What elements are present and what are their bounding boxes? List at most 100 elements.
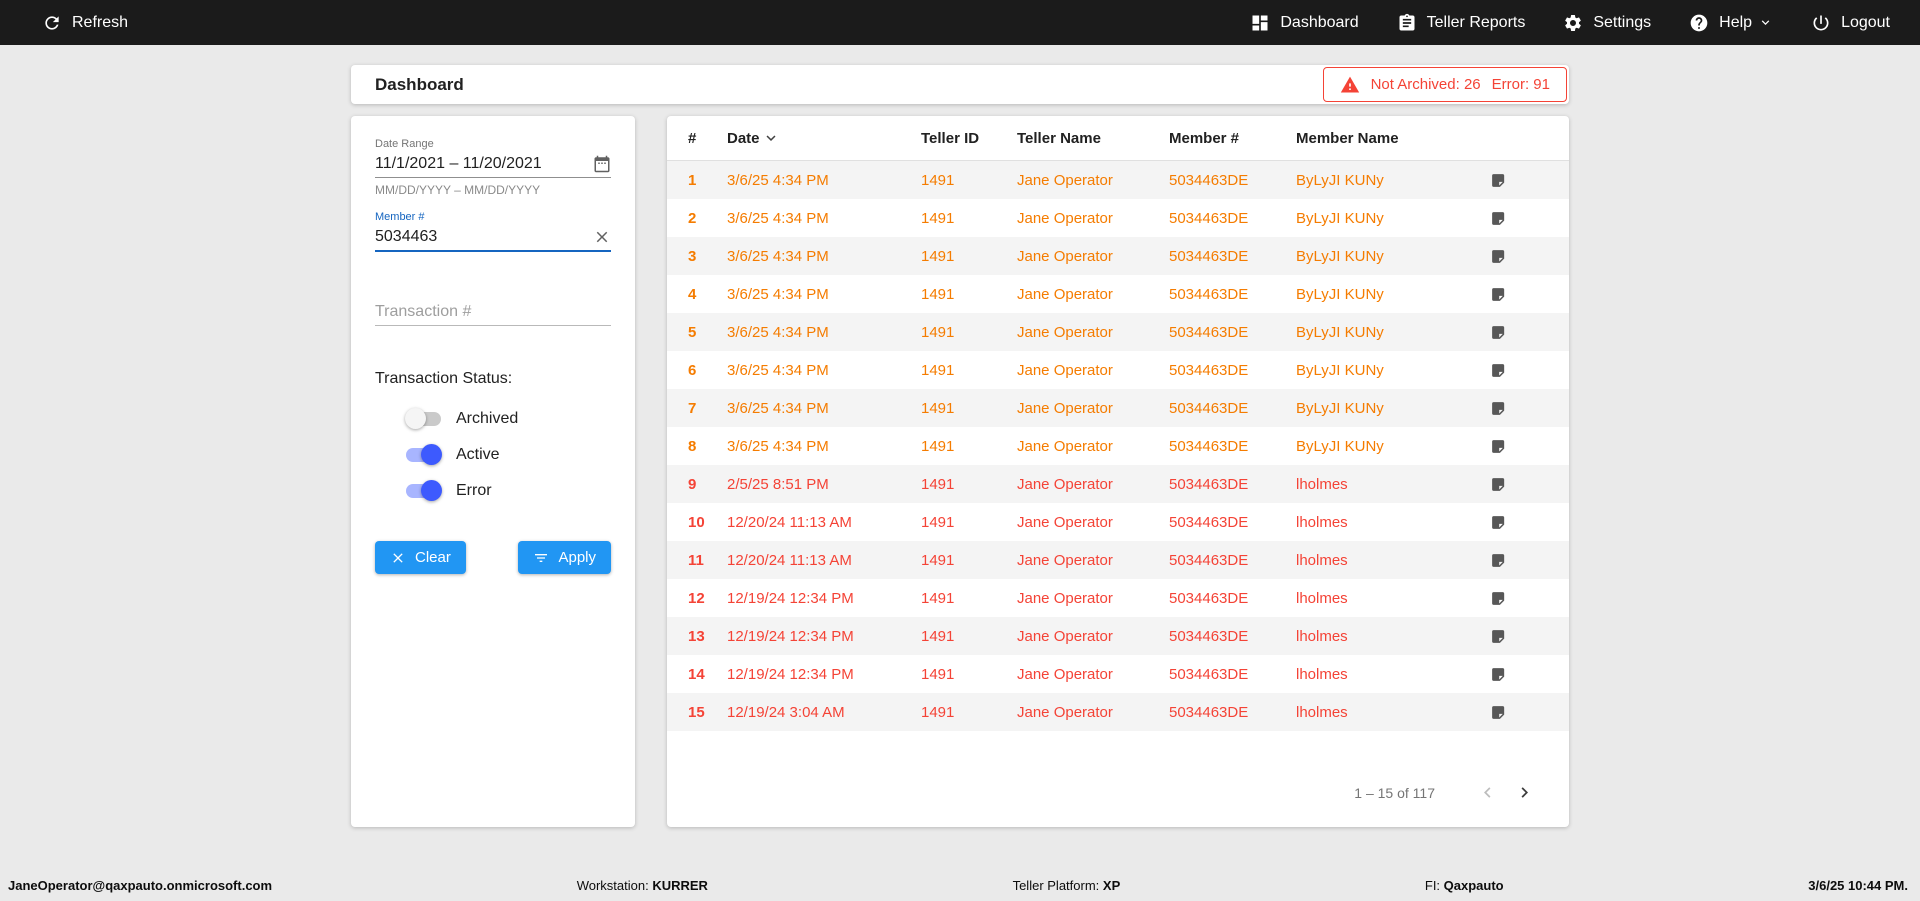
note-button[interactable]: [1490, 210, 1507, 227]
clear-member-button[interactable]: [593, 228, 611, 246]
note-button[interactable]: [1490, 324, 1507, 341]
main-content: Dashboard Not Archived: 26 Error: 91 Dat…: [351, 65, 1569, 827]
table-row[interactable]: 12 12/19/24 12:34 PM 1491 Jane Operator 5034…: [667, 579, 1569, 617]
date-format-hint: MM/DD/YYYY – MM/DD/YYYY: [375, 183, 541, 197]
row-teller-id: 1491: [921, 703, 955, 721]
nav-teller-reports-label: Teller Reports: [1426, 13, 1526, 31]
previous-page-button[interactable]: [1475, 780, 1500, 805]
note-button[interactable]: [1490, 362, 1507, 379]
next-page-button[interactable]: [1512, 780, 1537, 805]
row-member-name: lholmes: [1296, 513, 1348, 531]
note-icon: [1490, 552, 1507, 569]
note-icon: [1490, 438, 1507, 455]
row-teller-id: 1491: [921, 171, 955, 189]
member-number-label: Member #: [375, 211, 425, 223]
table-row[interactable]: 13 12/19/24 12:34 PM 1491 Jane Operator 5034…: [667, 617, 1569, 655]
clear-button[interactable]: Clear: [375, 541, 466, 574]
member-number-input[interactable]: [375, 223, 593, 250]
table-row[interactable]: 10 12/20/24 11:13 AM 1491 Jane Operator 5034…: [667, 503, 1569, 541]
workstation-label: Workstation:: [576, 877, 649, 893]
apply-button[interactable]: Apply: [518, 541, 611, 574]
topbar-nav: Dashboard Teller Reports Settings Help Logou…: [1250, 13, 1890, 33]
note-button[interactable]: [1490, 666, 1507, 683]
row-teller-id: 1491: [921, 323, 955, 341]
table-header: # Date Teller ID Teller Name Member # Me…: [667, 116, 1569, 161]
note-button[interactable]: [1490, 590, 1507, 607]
results-table: # Date Teller ID Teller Name Member # Me…: [667, 116, 1569, 827]
refresh-button[interactable]: Refresh: [42, 13, 128, 33]
note-button[interactable]: [1490, 704, 1507, 721]
row-number: 10: [688, 513, 705, 531]
row-member-number: 5034463DE: [1169, 285, 1249, 303]
row-number: 5: [688, 323, 697, 341]
help-icon: [1689, 13, 1709, 33]
toggle-active[interactable]: [405, 444, 442, 465]
table-row[interactable]: 14 12/19/24 12:34 PM 1491 Jane Operator 5034…: [667, 655, 1569, 693]
column-date-label: Date: [727, 129, 760, 147]
column-date-sort[interactable]: Date: [727, 129, 921, 147]
workstation: Workstation: KURRER: [577, 878, 708, 893]
row-date: 2/5/25 8:51 PM: [727, 475, 829, 493]
nav-dashboard[interactable]: Dashboard: [1250, 13, 1359, 33]
nav-logout[interactable]: Logout: [1811, 13, 1890, 33]
row-member-name: lholmes: [1296, 475, 1348, 493]
row-number: 15: [688, 703, 705, 721]
date-range-input[interactable]: [375, 150, 593, 177]
table-row[interactable]: 1 3/6/25 4:34 PM 1491 Jane Operator 5034463D…: [667, 161, 1569, 199]
note-button[interactable]: [1490, 628, 1507, 645]
row-teller-id: 1491: [921, 513, 955, 531]
row-teller-id: 1491: [921, 285, 955, 303]
note-button[interactable]: [1490, 476, 1507, 493]
row-member-number: 5034463DE: [1169, 323, 1249, 341]
row-teller-name: Jane Operator: [1017, 665, 1113, 683]
note-button[interactable]: [1490, 172, 1507, 189]
content-area: Date Range MM/DD/YYYY – MM/DD/YYYY Membe…: [351, 116, 1569, 827]
table-row[interactable]: 8 3/6/25 4:34 PM 1491 Jane Operator 5034463D…: [667, 427, 1569, 465]
row-teller-name: Jane Operator: [1017, 209, 1113, 227]
pagination-range: 1 – 15 of 117: [1354, 784, 1435, 801]
note-button[interactable]: [1490, 552, 1507, 569]
row-teller-name: Jane Operator: [1017, 703, 1113, 721]
teller-platform-value: XP: [1102, 877, 1121, 893]
table-row[interactable]: 6 3/6/25 4:34 PM 1491 Jane Operator 5034463D…: [667, 351, 1569, 389]
row-teller-name: Jane Operator: [1017, 627, 1113, 645]
teller-platform: Teller Platform: XP: [1013, 878, 1121, 893]
fi-value: Qaxpauto: [1443, 877, 1504, 893]
nav-help[interactable]: Help: [1689, 13, 1773, 33]
row-number: 12: [688, 589, 705, 607]
row-number: 1: [688, 171, 697, 189]
row-teller-id: 1491: [921, 665, 955, 683]
row-teller-id: 1491: [921, 209, 955, 227]
column-member-name: Member Name: [1296, 129, 1399, 147]
row-date: 3/6/25 4:34 PM: [727, 399, 829, 417]
table-row[interactable]: 2 3/6/25 4:34 PM 1491 Jane Operator 5034463D…: [667, 199, 1569, 237]
toggle-archived[interactable]: [405, 408, 442, 429]
row-member-number: 5034463DE: [1169, 589, 1249, 607]
nav-settings[interactable]: Settings: [1563, 13, 1651, 33]
row-teller-name: Jane Operator: [1017, 247, 1113, 265]
note-button[interactable]: [1490, 286, 1507, 303]
calendar-button[interactable]: [593, 155, 611, 173]
column-teller-id: Teller ID: [921, 129, 980, 147]
row-member-number: 5034463DE: [1169, 437, 1249, 455]
toggle-error-label: Error: [456, 481, 492, 499]
nav-settings-label: Settings: [1593, 13, 1652, 31]
row-member-number: 5034463DE: [1169, 551, 1249, 569]
row-number: 7: [688, 399, 697, 417]
note-icon: [1490, 248, 1507, 265]
table-row[interactable]: 5 3/6/25 4:34 PM 1491 Jane Operator 5034463D…: [667, 313, 1569, 351]
note-button[interactable]: [1490, 248, 1507, 265]
table-row[interactable]: 7 3/6/25 4:34 PM 1491 Jane Operator 5034463D…: [667, 389, 1569, 427]
table-row[interactable]: 11 12/20/24 11:13 AM 1491 Jane Operator 5034…: [667, 541, 1569, 579]
row-member-number: 5034463DE: [1169, 209, 1249, 227]
nav-teller-reports[interactable]: Teller Reports: [1397, 13, 1526, 33]
toggle-error[interactable]: [405, 480, 442, 501]
transaction-number-input[interactable]: [375, 298, 611, 325]
table-row[interactable]: 9 2/5/25 8:51 PM 1491 Jane Operator 5034463D…: [667, 465, 1569, 503]
note-button[interactable]: [1490, 514, 1507, 531]
table-row[interactable]: 3 3/6/25 4:34 PM 1491 Jane Operator 5034463D…: [667, 237, 1569, 275]
note-button[interactable]: [1490, 438, 1507, 455]
note-button[interactable]: [1490, 400, 1507, 417]
table-row[interactable]: 15 12/19/24 3:04 AM 1491 Jane Operator 50344…: [667, 693, 1569, 731]
table-row[interactable]: 4 3/6/25 4:34 PM 1491 Jane Operator 5034463D…: [667, 275, 1569, 313]
